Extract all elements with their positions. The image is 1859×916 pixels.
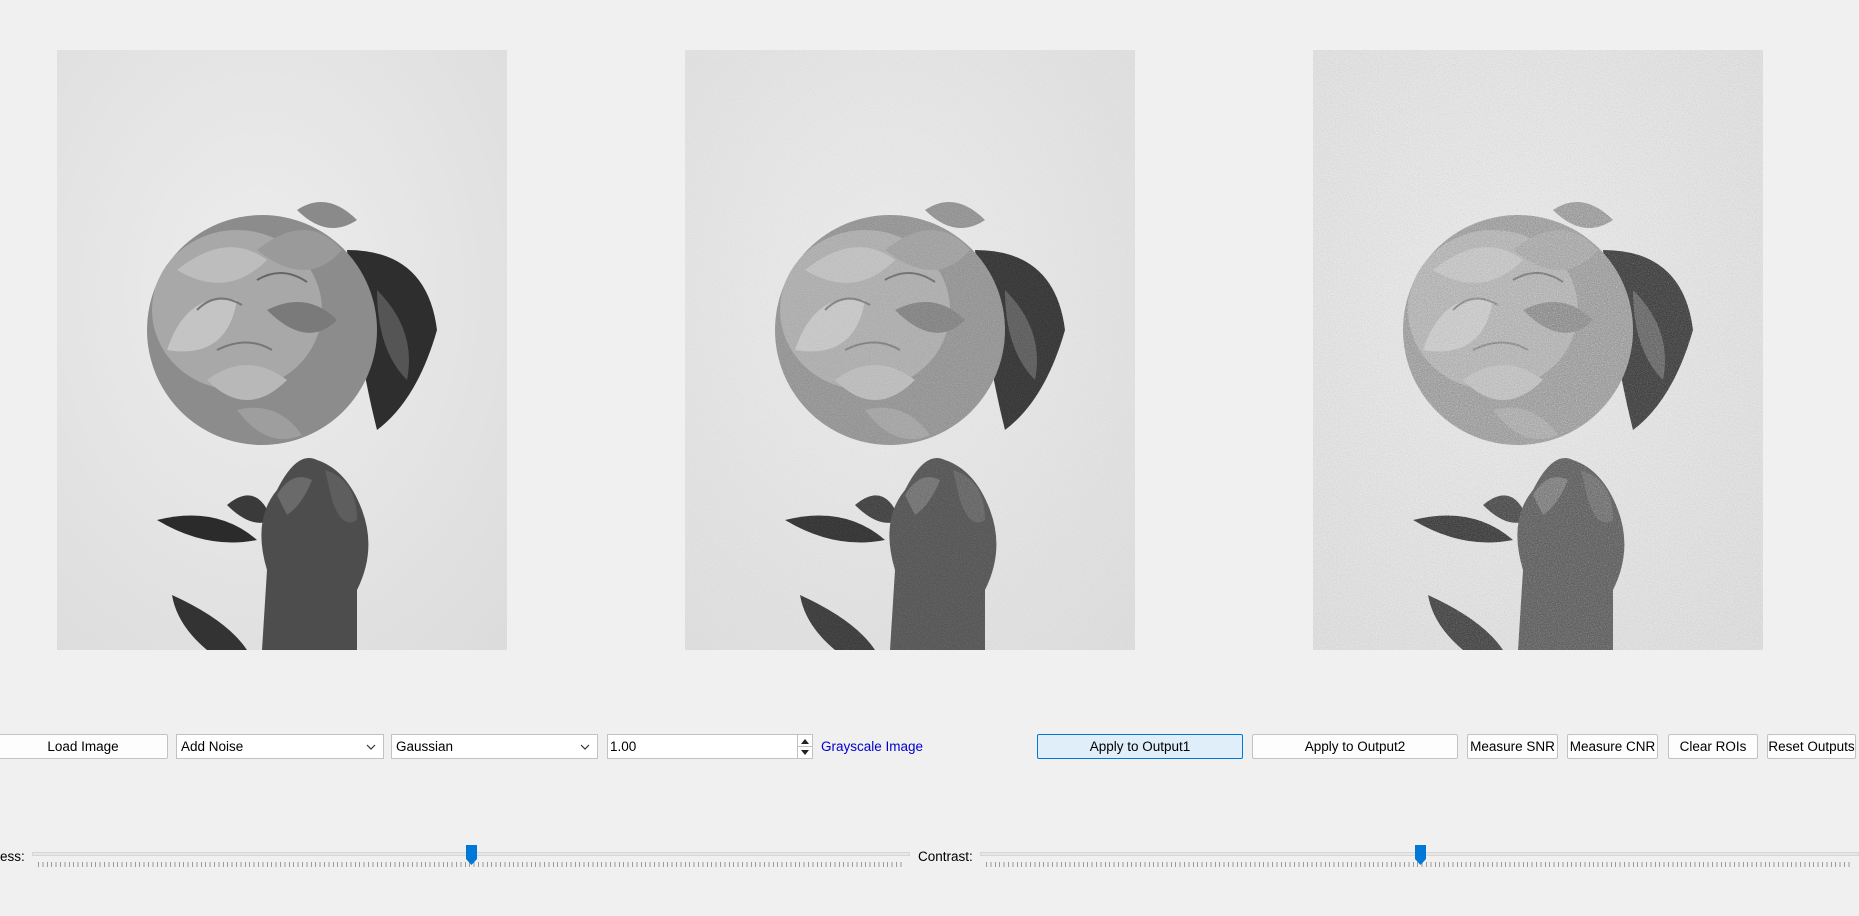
output1-picture	[685, 50, 1135, 650]
measure-cnr-button[interactable]: Measure CNR	[1567, 734, 1658, 759]
reset-outputs-button[interactable]: Reset Outputs	[1767, 734, 1856, 759]
chevron-down-icon	[366, 744, 376, 750]
apply-output1-button[interactable]: Apply to Output1	[1037, 734, 1243, 759]
brightness-label: ess:	[0, 849, 25, 864]
noise-type-combobox[interactable]: Gaussian	[391, 734, 598, 759]
output1-image-view[interactable]	[685, 50, 1135, 650]
brightness-slider[interactable]	[32, 844, 910, 874]
output2-picture	[1313, 50, 1763, 650]
contrast-label: Contrast:	[918, 849, 973, 864]
original-picture	[57, 50, 507, 650]
arrow-down-icon[interactable]	[798, 746, 812, 758]
noise-type-value: Gaussian	[396, 739, 454, 754]
apply-output2-button[interactable]: Apply to Output2	[1252, 734, 1458, 759]
operation-value: Add Noise	[181, 739, 244, 754]
original-image-view[interactable]	[57, 50, 507, 650]
noise-amount-spinbox[interactable]: 1.00	[607, 734, 813, 759]
clear-rois-button[interactable]: Clear ROIs	[1668, 734, 1758, 759]
operation-combobox[interactable]: Add Noise	[176, 734, 384, 759]
contrast-slider[interactable]	[980, 844, 1859, 874]
load-image-button[interactable]: Load Image	[0, 734, 168, 759]
slider-handle-icon[interactable]	[1414, 845, 1426, 865]
output2-image-view[interactable]	[1313, 50, 1763, 650]
slider-handle-icon[interactable]	[466, 845, 477, 865]
chevron-down-icon	[580, 744, 590, 750]
grayscale-image-link[interactable]: Grayscale Image	[821, 739, 923, 754]
noise-amount-value: 1.00	[610, 739, 637, 754]
measure-snr-button[interactable]: Measure SNR	[1467, 734, 1558, 759]
arrow-up-icon[interactable]	[798, 735, 812, 746]
